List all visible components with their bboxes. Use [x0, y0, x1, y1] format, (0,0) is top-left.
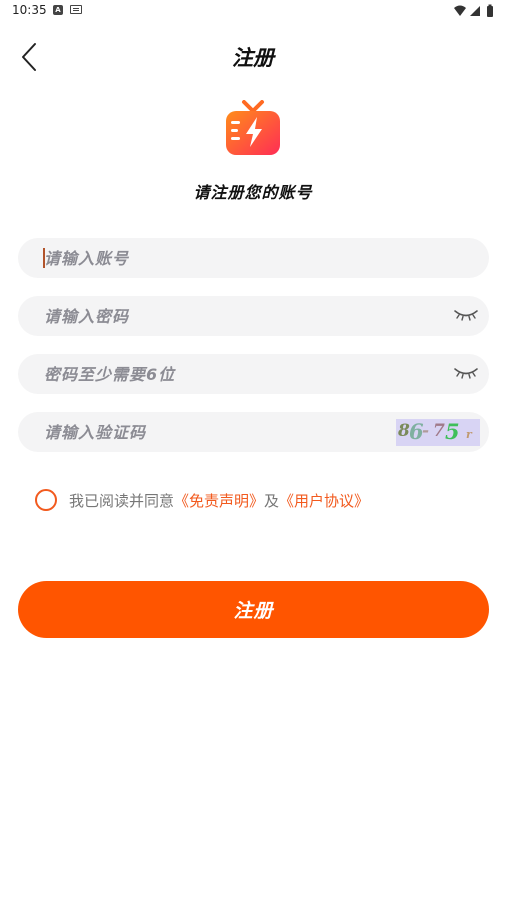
- signal-icon: [470, 6, 480, 16]
- text-cursor: [43, 248, 45, 268]
- battery-icon: [487, 4, 493, 17]
- eye-closed-icon[interactable]: [453, 366, 479, 380]
- confirm-password-input[interactable]: [44, 354, 434, 394]
- agreement-prefix: 我已阅读并同意: [69, 491, 175, 510]
- status-time: 10:35: [12, 3, 47, 17]
- status-icons: [454, 4, 493, 17]
- captcha-char: 5: [445, 419, 460, 444]
- captcha-char: 7: [433, 421, 445, 441]
- captcha-image[interactable]: 8 6 - 7 5 r: [396, 419, 480, 446]
- page-subtitle: 请注册您的账号: [193, 183, 313, 202]
- disclaimer-link[interactable]: 《免责声明》: [174, 492, 264, 510]
- captcha-char: r: [466, 428, 472, 441]
- user-agreement-link[interactable]: 《用户协议》: [279, 492, 369, 510]
- register-screen: 10:35 A 注册 请注册您的账号 请输入账号 请输入验证码 8 6 - 7 …: [0, 0, 506, 901]
- tv-logo-icon: [226, 100, 280, 155]
- wifi-icon: [454, 5, 466, 16]
- password-input[interactable]: [44, 296, 434, 336]
- captcha-char: -: [422, 421, 430, 441]
- accessibility-icon: A: [53, 5, 63, 15]
- agreement-text: 我已阅读并同意《免责声明》及《用户协议》: [69, 490, 369, 511]
- confirm-password-field: [18, 354, 489, 394]
- register-button[interactable]: 注册: [18, 581, 489, 638]
- page-title: 注册: [232, 46, 274, 70]
- keyboard-icon: [70, 5, 82, 14]
- agreement-connector: 及: [264, 491, 280, 510]
- agree-checkbox[interactable]: [35, 489, 57, 511]
- account-field: [18, 238, 489, 278]
- password-field: [18, 296, 489, 336]
- agreement-row: 我已阅读并同意《免责声明》及《用户协议》: [35, 488, 369, 512]
- captcha-field: 8 6 - 7 5 r: [18, 412, 489, 452]
- captcha-input[interactable]: [44, 412, 434, 452]
- eye-closed-icon[interactable]: [453, 308, 479, 322]
- account-input[interactable]: [44, 238, 434, 278]
- status-bar: 10:35 A: [0, 0, 506, 22]
